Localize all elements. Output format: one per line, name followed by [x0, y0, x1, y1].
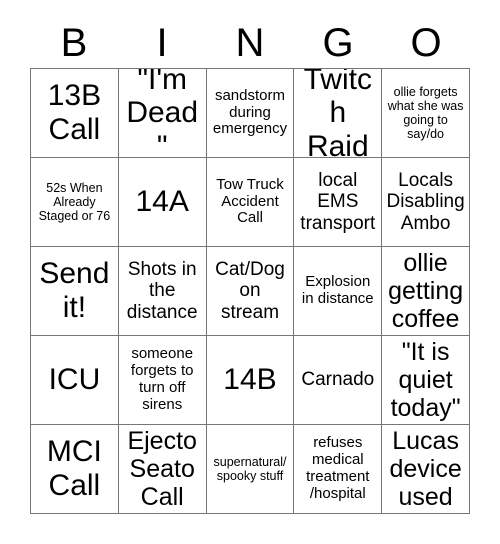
bingo-cell[interactable]: ICU	[31, 336, 119, 425]
bingo-header-letter-o: O	[410, 21, 442, 65]
bingo-cell[interactable]: Shots in the distance	[118, 247, 207, 336]
bingo-cell[interactable]: Twitch Raid	[294, 69, 383, 158]
bingo-cell-label: "It is quiet today"	[390, 338, 461, 422]
bingo-header-letter-n: N	[235, 21, 265, 65]
bingo-cell-label: ollie getting coffee	[388, 249, 464, 333]
bingo-cell[interactable]: 14A	[118, 158, 207, 247]
bingo-cell-label: Lucas device used	[389, 427, 462, 511]
bingo-cell[interactable]: "I'm Dead"	[118, 69, 207, 158]
bingo-cell[interactable]: refuses medical treatment /hospital	[294, 425, 383, 514]
bingo-cell-label: 52s When Already Staged or 76	[38, 181, 111, 223]
bingo-cell[interactable]: MCI Call	[31, 425, 119, 514]
bingo-cell[interactable]: ollie getting coffee	[382, 247, 470, 336]
bingo-cell-label: Ejecto Seato Call	[127, 427, 197, 511]
bingo-cell[interactable]: Lucas device used	[382, 425, 470, 514]
bingo-cell[interactable]: "It is quiet today"	[382, 336, 470, 425]
bingo-cell[interactable]: 14B	[206, 336, 295, 425]
bingo-cell[interactable]: Explosion in distance	[294, 247, 383, 336]
bingo-cell-label: Explosion in distance	[301, 273, 374, 307]
bingo-cell-label: someone forgets to turn off sirens	[130, 345, 194, 413]
bingo-cell-label: MCI Call	[46, 435, 102, 502]
bingo-cell[interactable]: ollie forgets what she was going to say/…	[382, 69, 470, 158]
bingo-cell-label: 14A	[135, 185, 189, 219]
bingo-cell[interactable]: 52s When Already Staged or 76	[31, 158, 119, 247]
bingo-cell-label: sandstorm during emergency	[212, 86, 288, 138]
bingo-cell[interactable]: Send it!	[31, 247, 119, 336]
bingo-card: B I N G O 13B Call "I'm Dead" sandstorm du…	[0, 0, 500, 544]
bingo-header-letter-i: I	[156, 21, 168, 65]
bingo-cell-label: "I'm Dead"	[126, 69, 199, 158]
bingo-cell-label: 14B	[223, 363, 277, 397]
bingo-cell-label: supernatural/ spooky stuff	[213, 455, 287, 483]
bingo-cell-label: Shots in the distance	[126, 259, 198, 323]
bingo-cell-label: Locals Disabling Ambo	[386, 170, 465, 234]
bingo-cell[interactable]: Locals Disabling Ambo	[382, 158, 470, 247]
bingo-cell-label: ollie forgets what she was going to say/…	[387, 85, 464, 141]
bingo-cell-label: local EMS transport	[300, 170, 376, 234]
bingo-cell[interactable]: 13B Call	[31, 69, 119, 158]
bingo-cell-label: Cat/Dog on stream	[215, 259, 285, 323]
bingo-header-letter-g: G	[322, 21, 354, 65]
bingo-cell[interactable]: Carnado	[294, 336, 383, 425]
bingo-cell[interactable]: sandstorm during emergency	[206, 69, 295, 158]
bingo-cell[interactable]: local EMS transport	[294, 158, 383, 247]
bingo-cell[interactable]: Tow Truck Accident Call	[206, 158, 295, 247]
bingo-cell-label: Twitch Raid	[303, 69, 372, 158]
bingo-header-letter-b: B	[60, 21, 88, 65]
bingo-cell-label: ICU	[48, 363, 101, 397]
bingo-cell[interactable]: Ejecto Seato Call	[118, 425, 207, 514]
bingo-cell[interactable]: Cat/Dog on stream	[206, 247, 295, 336]
bingo-cell-label: Tow Truck Accident Call	[216, 175, 284, 227]
bingo-cell-label: Carnado	[301, 369, 375, 391]
bingo-cell[interactable]: someone forgets to turn off sirens	[118, 336, 207, 425]
bingo-cell-label: Send it!	[39, 257, 110, 324]
bingo-cell-label: refuses medical treatment /hospital	[306, 434, 370, 502]
bingo-cell-label: 13B Call	[47, 79, 102, 146]
bingo-header-row: B I N G O	[30, 18, 470, 68]
bingo-grid: 13B Call "I'm Dead" sandstorm during emerg…	[30, 68, 470, 514]
bingo-cell[interactable]: supernatural/ spooky stuff	[206, 425, 295, 514]
